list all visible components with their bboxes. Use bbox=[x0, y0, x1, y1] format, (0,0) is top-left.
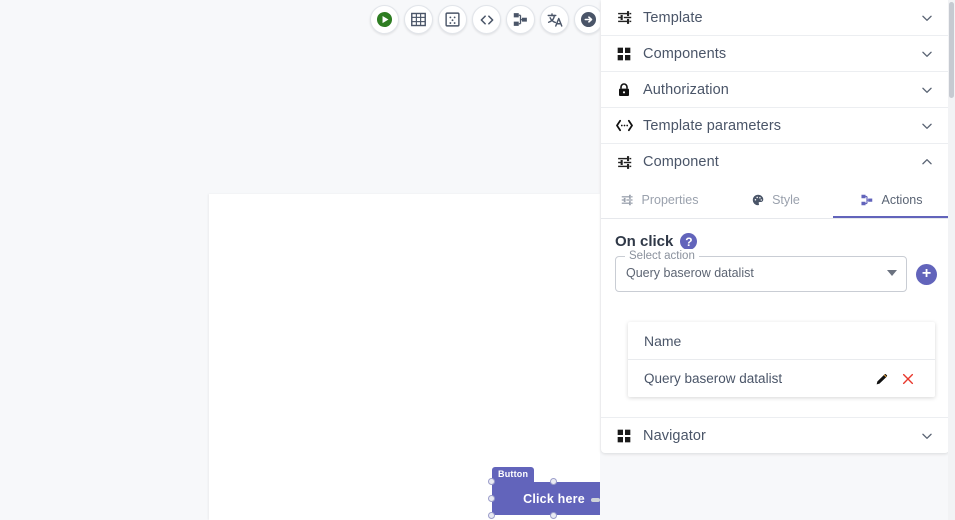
edit-icon[interactable] bbox=[871, 368, 893, 390]
tab-actions-label: Actions bbox=[881, 193, 923, 207]
section-navigator[interactable]: Navigator bbox=[601, 417, 949, 453]
section-component[interactable]: Component bbox=[601, 144, 949, 180]
section-components-label: Components bbox=[643, 45, 727, 62]
help-icon[interactable]: ? bbox=[680, 233, 698, 250]
arrow-right-circle-icon-button[interactable] bbox=[574, 5, 603, 34]
sliders-icon bbox=[614, 152, 634, 172]
section-template-label: Template bbox=[643, 9, 703, 26]
chevron-down-icon[interactable] bbox=[919, 10, 935, 26]
resize-handle-bottom-left[interactable] bbox=[488, 512, 495, 519]
tab-properties[interactable]: Properties bbox=[601, 184, 717, 218]
workspace-canvas-area: Button Click here bbox=[0, 0, 620, 520]
panel-sections-card: Template Components Authorization Templa… bbox=[601, 0, 949, 453]
canvas-scrollbar-thumb[interactable] bbox=[591, 498, 600, 502]
preview-run-icon-button[interactable] bbox=[370, 5, 399, 34]
chevron-down-icon[interactable] bbox=[919, 46, 935, 62]
section-authorization-label: Authorization bbox=[643, 81, 729, 98]
select-action-legend: Select action bbox=[625, 249, 699, 263]
on-click-header: On click ? bbox=[601, 219, 949, 250]
column-header-name: Name bbox=[644, 332, 682, 349]
code-brackets-icon bbox=[480, 14, 493, 25]
select-action-row: Select action Query baserow datalist + bbox=[601, 249, 949, 292]
section-template-parameters-label: Template parameters bbox=[643, 117, 782, 134]
chevron-down-icon[interactable] bbox=[887, 270, 897, 276]
grid-squares-icon bbox=[614, 44, 634, 64]
layout-panel-icon bbox=[445, 12, 460, 27]
tab-style[interactable]: Style bbox=[717, 184, 833, 218]
preview-run-icon bbox=[376, 11, 393, 28]
tab-style-label: Style bbox=[772, 193, 800, 207]
component-tabs: Properties Style Actions bbox=[601, 184, 949, 219]
delete-icon[interactable] bbox=[897, 368, 919, 390]
translate-icon-button[interactable] bbox=[540, 5, 569, 34]
add-action-button[interactable]: + bbox=[916, 263, 937, 285]
sitemap-icon bbox=[860, 193, 875, 208]
select-action-dropdown[interactable]: Select action Query baserow datalist bbox=[615, 249, 907, 292]
actions-table-header: Name bbox=[628, 322, 935, 360]
component-settings-body: Properties Style Actions On click ? Sele… bbox=[601, 184, 949, 417]
section-authorization[interactable]: Authorization bbox=[601, 72, 949, 108]
lock-icon bbox=[614, 80, 634, 100]
section-template[interactable]: Template bbox=[601, 0, 949, 36]
grid-table-icon bbox=[411, 12, 426, 27]
resize-handle-bottom-center[interactable] bbox=[550, 512, 557, 519]
select-action-value: Query baserow datalist bbox=[626, 266, 754, 280]
panel-scrollbar-track[interactable] bbox=[948, 0, 955, 520]
resize-handle-top-center[interactable] bbox=[550, 478, 557, 485]
code-brackets-icon-button[interactable] bbox=[472, 5, 501, 34]
on-click-label: On click bbox=[615, 233, 674, 250]
actions-table: Name Query baserow datalist bbox=[628, 322, 935, 397]
chevron-down-icon[interactable] bbox=[919, 118, 935, 134]
tab-actions[interactable]: Actions bbox=[833, 184, 949, 218]
palette-icon bbox=[750, 193, 765, 208]
chevron-up-icon[interactable] bbox=[919, 154, 935, 170]
section-template-parameters[interactable]: Template parameters bbox=[601, 108, 949, 144]
canvas-toolbar bbox=[370, 5, 603, 34]
sliders-icon bbox=[614, 8, 634, 28]
panel-scrollbar-thumb[interactable] bbox=[949, 2, 954, 98]
template-page-canvas[interactable]: Button Click here bbox=[209, 194, 620, 520]
chevron-down-icon[interactable] bbox=[919, 82, 935, 98]
layout-panel-icon-button[interactable] bbox=[438, 5, 467, 34]
resize-handle-middle-left[interactable] bbox=[488, 495, 495, 502]
arrow-right-circle-icon bbox=[580, 11, 597, 28]
sliders-icon bbox=[620, 193, 635, 208]
grid-squares-icon bbox=[614, 426, 634, 446]
action-name-cell: Query baserow datalist bbox=[644, 371, 783, 386]
sitemap-icon bbox=[513, 13, 527, 26]
resize-handle-top-left[interactable] bbox=[488, 478, 495, 485]
section-components[interactable]: Components bbox=[601, 36, 949, 72]
chevron-down-icon[interactable] bbox=[919, 428, 935, 444]
right-settings-panel: Template Components Authorization Templa… bbox=[600, 0, 955, 520]
tab-properties-label: Properties bbox=[641, 193, 699, 207]
section-navigator-label: Navigator bbox=[643, 427, 706, 444]
component-type-tag: Button bbox=[492, 467, 535, 482]
sitemap-icon-button[interactable] bbox=[506, 5, 535, 34]
grid-table-icon-button[interactable] bbox=[404, 5, 433, 34]
table-row[interactable]: Query baserow datalist bbox=[628, 360, 935, 397]
translate-icon bbox=[547, 12, 562, 27]
angle-dots-icon bbox=[614, 116, 634, 136]
section-component-label: Component bbox=[643, 154, 719, 170]
